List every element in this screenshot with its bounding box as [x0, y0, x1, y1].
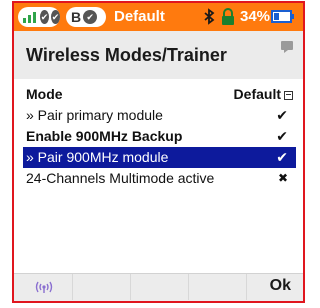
status-bar: ✔ ✔ B ✔ Default 34% — [14, 3, 303, 31]
check-icon: ✔ — [276, 107, 288, 123]
function-key-4[interactable] — [188, 274, 247, 300]
model-title: Default — [114, 8, 165, 25]
model-pill: B ✔ — [66, 7, 106, 27]
rssi-pill: ✔ ✔ — [18, 7, 60, 27]
signal-bars-icon — [21, 11, 38, 23]
list-item[interactable]: 24-Channels Multimode active ✖ — [23, 168, 296, 189]
page-title: Wireless Modes/Trainer — [26, 45, 227, 65]
function-key-rx[interactable] — [14, 274, 72, 300]
lock-icon — [222, 8, 234, 25]
check-icon: ✔ — [276, 128, 288, 144]
dropdown-icon — [284, 91, 293, 100]
battery-percent: 34% — [240, 8, 271, 25]
screen-frame: ✔ ✔ B ✔ Default 34% Wireless Modes/Train… — [12, 1, 305, 303]
list-item-label: Enable 900MHz Backup — [26, 128, 183, 144]
check-badge-icon-3: ✔ — [83, 10, 98, 24]
list-item-label: » Pair primary module — [26, 107, 163, 123]
function-key-3[interactable] — [130, 274, 189, 300]
list-item[interactable]: » Pair primary module ✔ — [23, 105, 296, 126]
mode-label: Mode — [26, 86, 63, 102]
bluetooth-icon — [204, 8, 215, 25]
check-icon: ✔ — [276, 149, 288, 165]
bottom-function-bar: Ok — [14, 273, 303, 301]
list-item-label: » Pair 900MHz module — [26, 149, 169, 165]
ok-key[interactable]: Ok — [246, 274, 303, 300]
function-key-2[interactable] — [72, 274, 131, 300]
page-title-bar: Wireless Modes/Trainer — [14, 31, 303, 79]
mode-row[interactable]: Mode Default — [23, 84, 296, 105]
mode-value: Default — [233, 86, 281, 102]
ok-button[interactable]: Ok — [270, 277, 291, 295]
antenna-icon — [35, 281, 53, 293]
check-badge-icon-2: ✔ — [51, 10, 60, 24]
list-item-selected[interactable]: » Pair 900MHz module ✔ — [23, 147, 296, 168]
mode-dropdown[interactable]: Default — [234, 84, 293, 105]
list-item[interactable]: Enable 900MHz Backup ✔ — [23, 126, 296, 147]
cross-icon: ✖ — [277, 171, 288, 185]
model-badge: B — [71, 9, 82, 25]
check-badge-icon: ✔ — [40, 10, 49, 24]
battery-icon — [271, 10, 294, 23]
message-icon[interactable] — [281, 41, 293, 53]
list-item-label: 24-Channels Multimode active — [26, 170, 215, 186]
